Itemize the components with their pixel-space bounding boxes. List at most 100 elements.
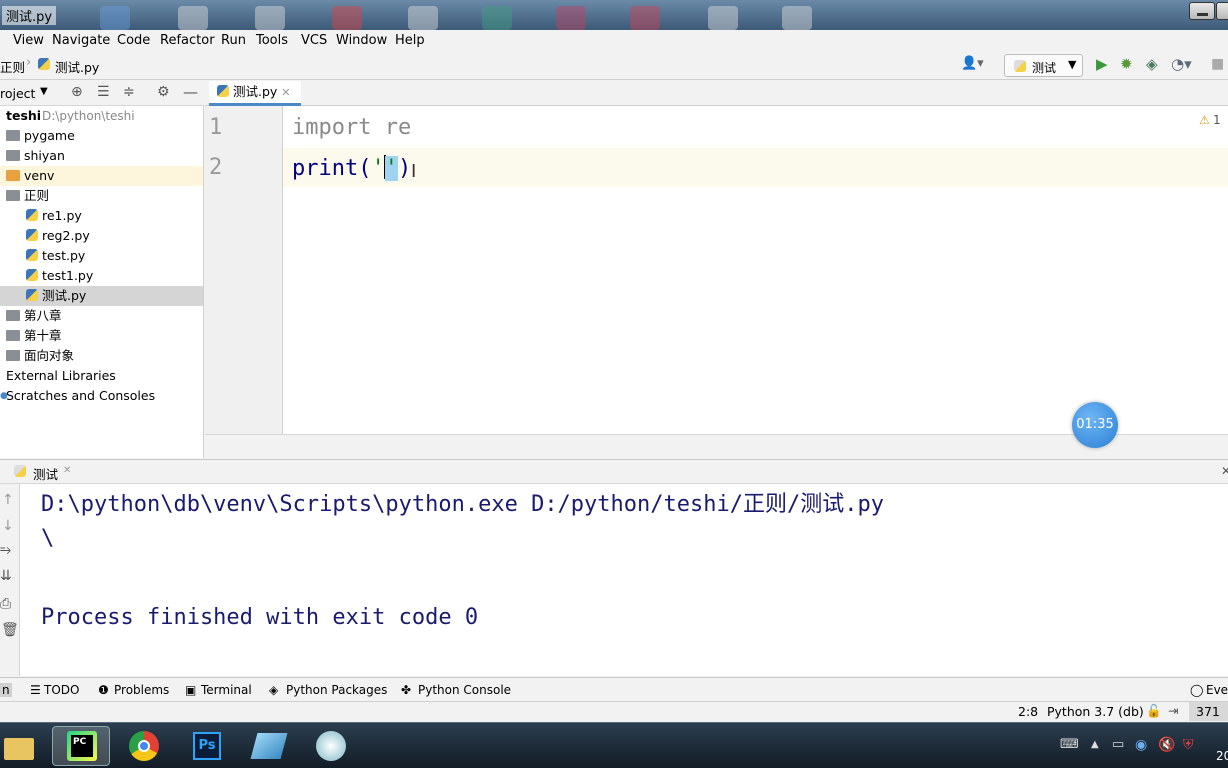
background-blob — [332, 6, 362, 30]
close-icon[interactable]: ✕ — [281, 86, 290, 99]
tree-item-selected[interactable]: 测试.py — [0, 286, 203, 306]
action-center-icon[interactable]: ▭ — [1112, 737, 1124, 752]
run-icon[interactable]: ▶ — [1096, 55, 1108, 73]
menu-view[interactable]: View — [13, 33, 44, 48]
code-token-quote: ' — [371, 156, 385, 181]
security-icon[interactable]: ⛨ — [1183, 737, 1194, 753]
run-console[interactable]: D:\python\db\venv\Scripts\python.exe D:/… — [20, 484, 1228, 676]
breadcrumb-folder[interactable]: 正则 — [0, 57, 25, 76]
arrow-up-icon[interactable]: ↑ — [2, 492, 14, 508]
python-run-icon — [14, 465, 26, 480]
profile-icon[interactable]: ◔▾ — [1171, 55, 1192, 73]
notepad-icon — [250, 733, 288, 759]
tool-tab-problems[interactable]: Problems — [114, 683, 169, 697]
code-editor[interactable]: import re print('') I ⚠ 1 — [283, 106, 1228, 434]
more-icon[interactable]: ✕ — [1221, 464, 1228, 478]
photoshop-button[interactable]: Ps — [178, 726, 236, 766]
memory-indicator[interactable]: 371 o — [1189, 702, 1228, 734]
keyboard-icon[interactable]: ⌨ — [1060, 737, 1079, 752]
folder-icon — [6, 126, 20, 146]
lock-icon[interactable]: 🔓 — [1146, 703, 1162, 719]
tool-tab-todo[interactable]: TODO — [44, 683, 79, 697]
tree-item[interactable]: 第八章 — [0, 306, 203, 326]
line-number: 2 — [209, 155, 223, 180]
tree-item[interactable]: test1.py — [0, 266, 203, 286]
menu-tools[interactable]: Tools — [256, 33, 288, 48]
stop-icon[interactable]: ■ — [1211, 56, 1224, 72]
tool-tab-python-console[interactable]: Python Console — [418, 683, 511, 697]
collapse-all-icon[interactable]: ≑ — [123, 84, 135, 100]
os-taskbar: PC Ps ⌨ ▲ ▭ ◉ 🔇 ⛨ 20 — [0, 722, 1228, 768]
scroll-to-end-icon[interactable]: ⇊ — [0, 568, 12, 584]
interpreter-selector[interactable]: Python 3.7 (db) — [1047, 704, 1144, 719]
tool-tab-event-log[interactable]: Even — [1206, 683, 1228, 697]
pycharm-button[interactable]: PC — [52, 726, 110, 766]
tree-item[interactable]: pygame — [0, 126, 203, 146]
tree-item[interactable]: ● Scratches and Consoles — [0, 386, 203, 406]
tree-item[interactable]: 面向对象 — [0, 346, 203, 366]
tree-item[interactable]: test.py — [0, 246, 203, 266]
background-blob — [408, 6, 438, 30]
file-explorer-button[interactable] — [0, 726, 42, 766]
warning-icon[interactable]: ⚠ — [1199, 113, 1210, 127]
close-icon[interactable]: ✕ — [63, 465, 71, 476]
caret-position[interactable]: 2:8 — [1018, 704, 1038, 719]
soft-wrap-icon[interactable]: ⥱ — [0, 542, 11, 558]
maximize-button[interactable] — [1216, 2, 1228, 20]
tree-item-label: pygame — [24, 128, 75, 143]
menu-code[interactable]: Code — [117, 33, 150, 48]
print-icon[interactable]: ⎙ — [0, 596, 11, 612]
menu-refactor[interactable]: Refactor — [160, 33, 215, 48]
tree-item[interactable]: reg2.py — [0, 226, 203, 246]
project-panel-title[interactable]: roject — [0, 86, 35, 101]
arrow-down-icon[interactable]: ↓ — [2, 518, 14, 534]
indent-icon[interactable]: ⇥ — [1168, 703, 1178, 718]
volume-icon[interactable]: 🔇 — [1158, 737, 1175, 753]
hide-icon[interactable]: — — [183, 83, 198, 101]
code-line-2: print('') — [292, 155, 411, 181]
menu-navigate[interactable]: Navigate — [52, 33, 110, 48]
tray-expand-icon[interactable]: ▲ — [1091, 739, 1099, 750]
app-button[interactable] — [302, 726, 360, 766]
notepad-button[interactable] — [240, 726, 298, 766]
coverage-icon[interactable]: ◈ — [1146, 55, 1158, 73]
menu-vcs[interactable]: VCS — [301, 33, 327, 48]
menu-run[interactable]: Run — [221, 33, 246, 48]
ibeam-cursor-icon: I — [411, 161, 417, 182]
trash-icon[interactable]: 🗑 — [1, 622, 19, 638]
tree-item[interactable]: re1.py — [0, 206, 203, 226]
navigation-bar: 正则 › 测试.py 👤▾ 测试 ▼ ▶ ✹ ◈ ◔▾ ■ — [0, 52, 1228, 80]
tree-item-label: 第八章 — [24, 308, 62, 323]
tree-item[interactable]: shiyan — [0, 146, 203, 166]
tool-tab-python-packages[interactable]: Python Packages — [286, 683, 387, 697]
run-config-selector[interactable]: 测试 ▼ — [1004, 54, 1083, 77]
chevron-down-icon[interactable]: ▼ — [40, 86, 48, 97]
run-tab-label[interactable]: 测试 — [33, 464, 58, 483]
tree-root[interactable]: teshi D:\python\teshi — [0, 106, 203, 126]
photoshop-icon: Ps — [193, 732, 221, 760]
menu-help[interactable]: Help — [395, 33, 425, 48]
menu-window[interactable]: Window — [336, 33, 387, 48]
tree-item[interactable]: 第十章 — [0, 326, 203, 346]
line-number: 1 — [209, 115, 223, 140]
tab-label: 测试.py — [232, 84, 278, 99]
chevron-down-icon: ▼ — [1068, 58, 1077, 71]
locate-icon[interactable]: ⊕ — [71, 84, 83, 100]
minimize-button[interactable] — [1189, 2, 1215, 20]
tree-item[interactable]: External Libraries — [0, 366, 203, 386]
chrome-button[interactable] — [115, 726, 173, 766]
tree-item[interactable]: 正则 — [0, 186, 203, 206]
user-icon[interactable]: 👤▾ — [961, 56, 984, 71]
tree-item[interactable]: venv — [0, 166, 203, 186]
python-file-icon — [38, 58, 50, 73]
breadcrumb-file[interactable]: 测试.py — [55, 57, 99, 76]
network-icon[interactable]: ◉ — [1135, 737, 1147, 753]
tool-tab-run[interactable]: n — [0, 683, 12, 697]
tool-tab-terminal[interactable]: Terminal — [201, 683, 252, 697]
tab-test-py[interactable]: 测试.py ✕ — [209, 81, 301, 106]
taskbar-clock[interactable]: 20 — [1216, 749, 1228, 763]
debug-icon[interactable]: ✹ — [1120, 55, 1133, 73]
expand-all-icon[interactable]: ☰ — [97, 84, 110, 100]
gear-icon[interactable]: ⚙ — [157, 84, 170, 100]
background-blob — [482, 6, 512, 30]
